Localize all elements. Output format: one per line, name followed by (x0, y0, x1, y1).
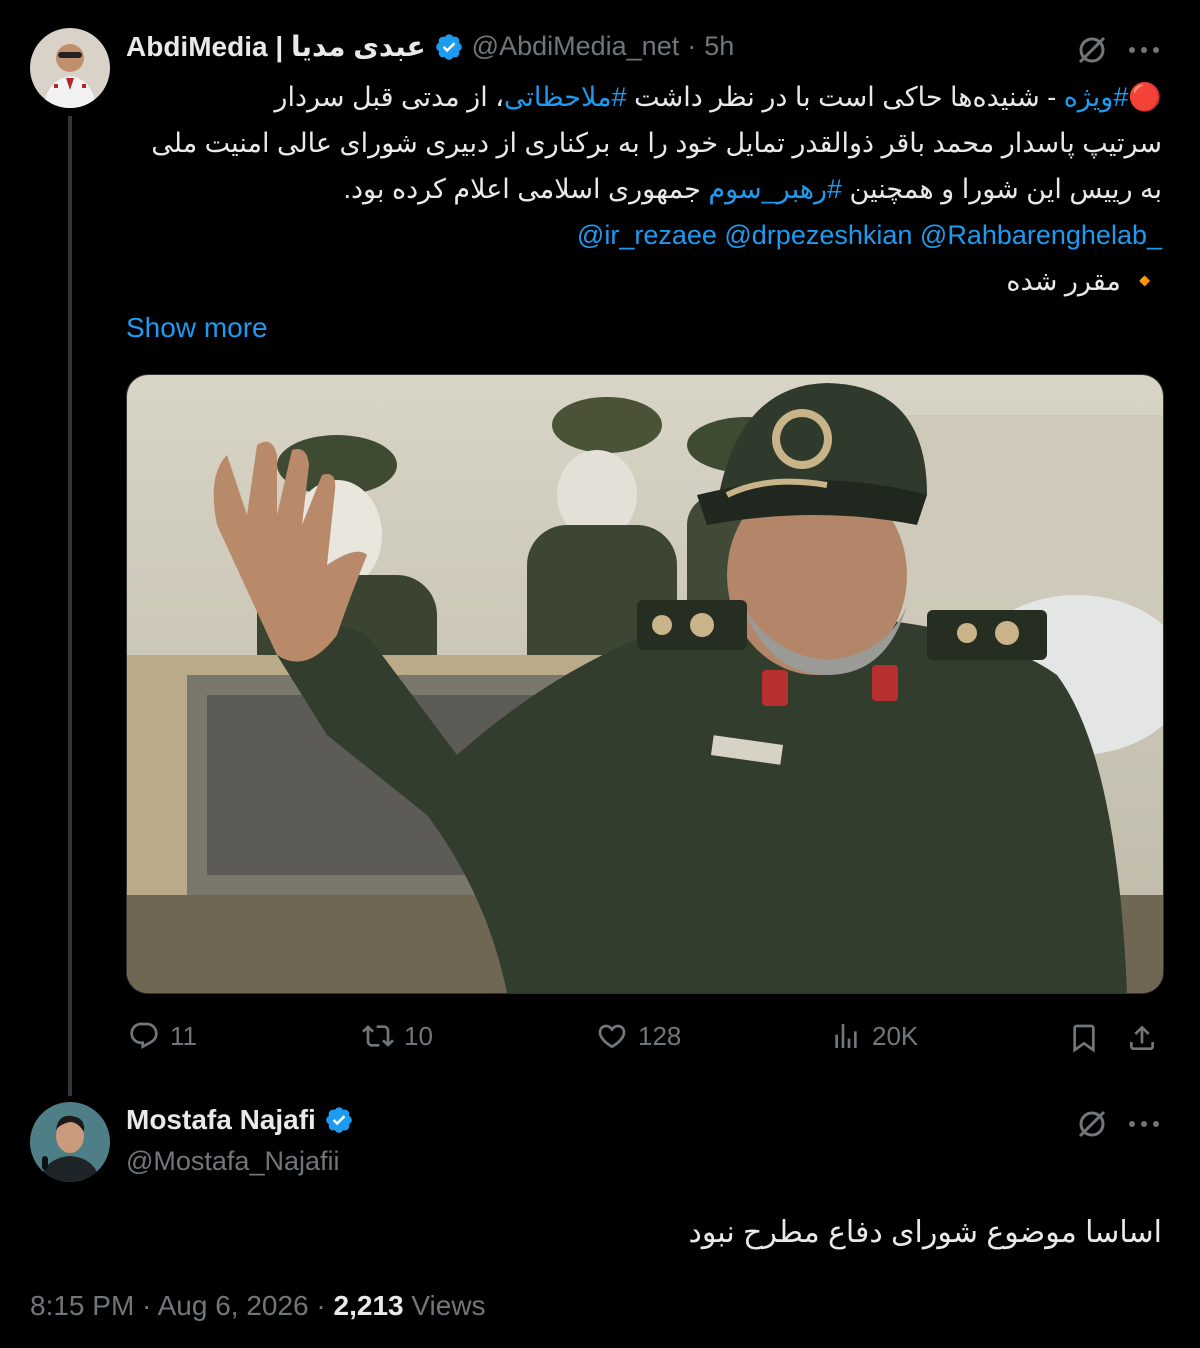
views-button[interactable]: 20K (830, 1020, 918, 1052)
tweet1-header: AbdiMedia | عبدی مدیا @AbdiMedia_net · 5… (126, 30, 734, 63)
views-number: 2,213 (333, 1290, 404, 1321)
heart-icon (598, 1024, 626, 1049)
bookmark-icon (1073, 1024, 1095, 1053)
tweet-time[interactable]: 5h (704, 31, 734, 62)
more-options-icon[interactable] (1124, 1104, 1164, 1144)
tweet-text-segment: ، از مدتی قبل سردار (274, 82, 504, 112)
author-name[interactable]: Mostafa Najafi (126, 1104, 316, 1136)
tweet-timestamp-line: 8:15 PM · Aug 6, 2026 · 2,213 Views (30, 1290, 486, 1322)
tweet2-text: اساسا موضوع شورای دفاع مطرح نبود (688, 1216, 1162, 1249)
tweet-line-3: به رییس این شورا و همچنین #رهبر_سوم جمهو… (126, 166, 1162, 212)
retweet-icon (362, 1025, 394, 1047)
tweet-line-2: سرتیپ پاسدار محمد باقر ذوالقدر تمایل خود… (151, 128, 1162, 158)
tweet2-header: Mostafa Najafi (126, 1104, 354, 1136)
share-button[interactable] (1122, 1018, 1162, 1058)
hashtag-vizhe[interactable]: #ویژه (1064, 82, 1129, 112)
hashtag-molahezati[interactable]: #ملاحظاتی (504, 82, 627, 112)
red-circle-emoji: 🔴 (1128, 82, 1162, 112)
tweet-line-5: 🔸 مقرر شده (1006, 266, 1162, 296)
verified-badge-icon (324, 1105, 354, 1135)
reply-count: 11 (170, 1020, 197, 1051)
reply-button[interactable]: 11 (128, 1020, 197, 1052)
grok-icon[interactable] (1072, 30, 1112, 70)
thread-connector-line (68, 116, 72, 1096)
mostafa-najafi-avatar[interactable] (30, 1102, 110, 1182)
retweet-count: 10 (404, 1020, 433, 1051)
tweet-line-1: 🔴#ویژه - شنیده‌ها حاکی است با در نظر داش… (126, 74, 1162, 120)
time-separator: · (687, 31, 697, 61)
tweet-timestamp[interactable]: 8:15 PM · Aug 6, 2026 · (30, 1290, 334, 1321)
author-name[interactable]: AbdiMedia | عبدی مدیا (126, 30, 426, 63)
views-count: 20K (872, 1020, 919, 1051)
show-more-link[interactable]: Show more (126, 312, 268, 344)
like-button[interactable]: 128 (596, 1020, 681, 1052)
like-count: 128 (638, 1020, 682, 1051)
share-icon (1130, 1025, 1154, 1050)
tweet-image[interactable] (126, 374, 1164, 994)
author-handle[interactable]: @Mostafa_Najafii (126, 1146, 340, 1177)
mentions-line[interactable]: @ir_rezaee @drpezeshkian @Rahbarenghelab… (126, 212, 1162, 258)
hashtag-rahbar-sevom[interactable]: #رهبر_سوم (708, 174, 842, 204)
tweet-text-segment: جمهوری اسلامی اعلام کرده بود. (343, 174, 709, 204)
tweet-text-segment: - شنیده‌ها حاکی است با در نظر داشت (626, 82, 1064, 112)
reply-icon (130, 1022, 158, 1049)
views-label: Views (403, 1290, 486, 1321)
author-handle[interactable]: @AbdiMedia_net (472, 31, 680, 62)
analytics-icon (835, 1024, 857, 1048)
more-options-icon[interactable] (1124, 30, 1164, 70)
abdimedia-avatar[interactable] (30, 28, 110, 108)
tweet1-text: 🔴#ویژه - شنیده‌ها حاکی است با در نظر داش… (126, 74, 1162, 304)
verified-badge-icon (434, 32, 464, 62)
tweet-text-segment: به رییس این شورا و همچنین (842, 174, 1162, 204)
grok-icon[interactable] (1072, 1104, 1112, 1144)
bookmark-button[interactable] (1064, 1018, 1104, 1058)
retweet-button[interactable]: 10 (362, 1020, 433, 1052)
